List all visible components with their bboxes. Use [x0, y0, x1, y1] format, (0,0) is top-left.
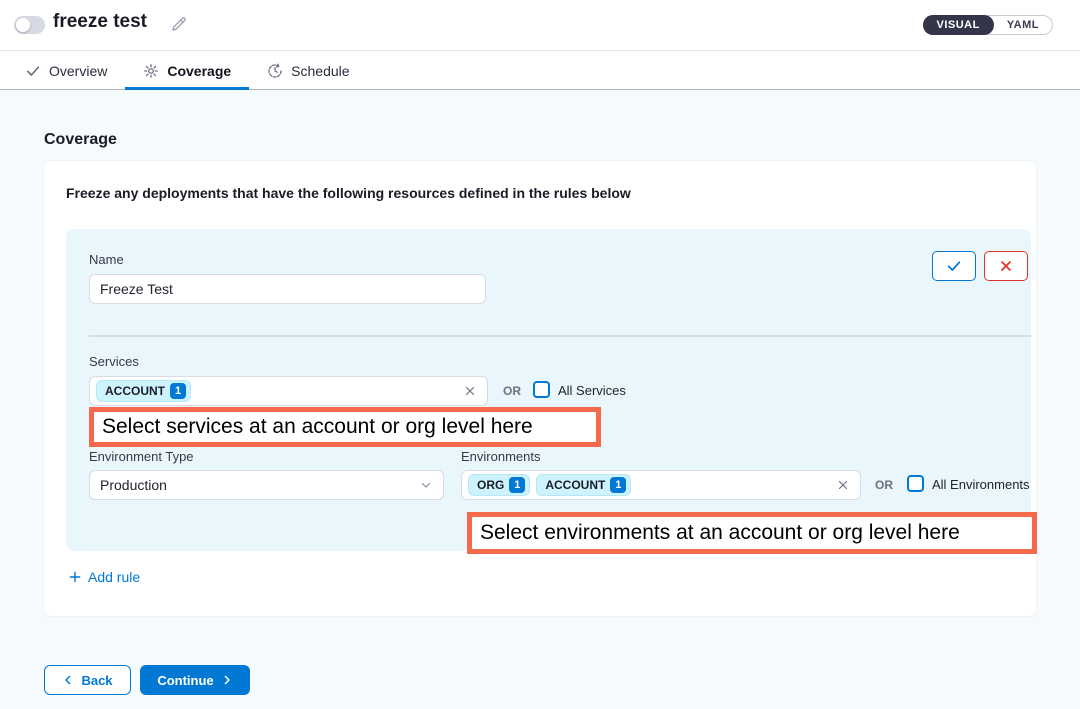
environments-tag-scope: ORG — [477, 478, 504, 492]
section-title: Coverage — [44, 131, 117, 149]
environments-tag-scope: ACCOUNT — [545, 478, 605, 492]
services-tag-account[interactable]: ACCOUNT 1 — [96, 380, 191, 402]
continue-button-label: Continue — [157, 673, 213, 688]
back-button-label: Back — [81, 673, 112, 688]
rule-name-input[interactable] — [89, 274, 486, 304]
coverage-description: Freeze any deployments that have the fol… — [66, 185, 631, 201]
plus-icon — [68, 570, 82, 584]
edit-icon[interactable] — [170, 15, 188, 33]
services-multiselect[interactable]: ACCOUNT 1 — [89, 376, 488, 406]
back-button[interactable]: Back — [44, 665, 131, 695]
environments-multiselect[interactable]: ORG 1 ACCOUNT 1 — [461, 470, 861, 500]
check-icon — [25, 63, 41, 79]
name-label: Name — [89, 252, 124, 267]
close-icon — [998, 258, 1014, 274]
environment-type-value: Production — [100, 477, 167, 493]
header-bar: freeze test VISUAL YAML — [0, 0, 1080, 51]
services-or-label: OR — [503, 384, 521, 398]
freeze-studio-window: freeze test VISUAL YAML Overview Coverag… — [0, 0, 1080, 709]
environments-callout: Select environments at an account or org… — [467, 512, 1037, 554]
add-rule-button[interactable]: Add rule — [68, 569, 140, 585]
coverage-card: Freeze any deployments that have the fol… — [43, 160, 1037, 617]
environments-tag-count-badge: 1 — [610, 477, 626, 493]
tab-coverage[interactable]: Coverage — [125, 52, 249, 89]
check-icon — [946, 258, 962, 274]
services-callout: Select services at an account or org lev… — [89, 407, 601, 447]
freeze-studio-tabs: Overview Coverage Schedule — [0, 52, 1080, 90]
rule-editor-panel: Name Services ACCOUNT 1 — [66, 229, 1031, 551]
environments-tag-count-badge: 1 — [509, 477, 525, 493]
tab-schedule-label: Schedule — [291, 63, 349, 79]
chevron-right-icon — [221, 674, 233, 686]
tab-schedule[interactable]: Schedule — [249, 52, 367, 89]
environments-clear-icon[interactable] — [836, 478, 850, 492]
chevron-left-icon — [62, 674, 74, 686]
toggle-knob — [16, 18, 30, 32]
tab-overview[interactable]: Overview — [7, 52, 125, 89]
visual-mode-button[interactable]: VISUAL — [923, 15, 994, 35]
all-environments-label: All Environments — [932, 477, 1030, 492]
cancel-rule-button[interactable] — [984, 251, 1028, 281]
environments-callout-text: Select environments at an account or org… — [480, 521, 960, 545]
continue-button[interactable]: Continue — [140, 665, 250, 695]
page-title: freeze test — [53, 11, 147, 33]
tab-coverage-label: Coverage — [167, 63, 231, 79]
rule-divider — [89, 335, 1031, 337]
view-mode-switch: VISUAL YAML — [923, 15, 1054, 35]
yaml-mode-button[interactable]: YAML — [994, 15, 1052, 35]
services-clear-icon[interactable] — [463, 384, 477, 398]
environments-or-label: OR — [875, 478, 893, 492]
services-tag-count-badge: 1 — [170, 383, 186, 399]
tab-overview-label: Overview — [49, 63, 107, 79]
environments-tag-account[interactable]: ACCOUNT 1 — [536, 474, 631, 496]
all-services-checkbox[interactable] — [533, 381, 550, 398]
add-rule-label: Add rule — [88, 569, 140, 585]
coverage-page: Coverage Freeze any deployments that hav… — [0, 90, 1080, 709]
all-environments-checkbox[interactable] — [907, 475, 924, 492]
environment-type-label: Environment Type — [89, 449, 194, 464]
schedule-clock-icon — [267, 63, 283, 79]
confirm-rule-button[interactable] — [932, 251, 976, 281]
all-services-label: All Services — [558, 383, 626, 398]
gear-icon — [143, 63, 159, 79]
freeze-enable-toggle[interactable] — [14, 16, 45, 34]
chevron-down-icon — [419, 478, 433, 492]
environments-label: Environments — [461, 449, 540, 464]
environment-type-select[interactable]: Production — [89, 470, 444, 500]
services-callout-text: Select services at an account or org lev… — [102, 415, 533, 439]
services-label: Services — [89, 354, 139, 369]
services-tag-scope: ACCOUNT — [105, 384, 165, 398]
environments-tag-org[interactable]: ORG 1 — [468, 474, 530, 496]
